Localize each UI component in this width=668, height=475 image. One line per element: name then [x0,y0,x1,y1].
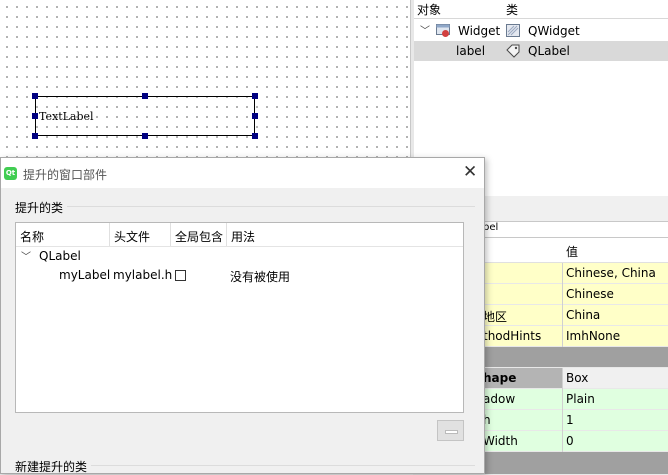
property-value[interactable]: 1 [566,413,574,427]
resize-handle-bottom-right[interactable] [252,133,258,139]
header-class[interactable]: 类 [506,1,518,18]
minus-icon [445,430,458,434]
chevron-down-icon[interactable]: ﹀ [21,248,31,263]
promoted-widgets-dialog: Qt 提升的窗口部件 ✕ 提升的类 名称 头文件 全局包含 用法 ﹀ QLabe… [0,157,485,474]
widget-form-icon [436,24,450,37]
global-include-checkbox[interactable] [175,270,186,281]
property-name: 地区 [483,310,508,324]
column-divider [562,410,563,431]
column-divider [562,389,563,410]
column-header-name[interactable]: 名称 [20,228,44,245]
column-header-usage[interactable]: 用法 [231,228,255,245]
object-name: label [456,44,486,58]
qt-logo-icon: Qt [4,167,17,180]
group-new-promoted-class-label: 新建提升的类 [15,460,88,474]
resize-handle-top-left[interactable] [32,93,38,99]
dialog-title-bar[interactable]: Qt 提升的窗口部件 ✕ [1,158,484,188]
column-divider [562,326,563,347]
tree-row-promoted-class[interactable]: myLabel mylabel.h 没有被使用 [16,266,463,285]
property-value[interactable]: Box [563,368,668,388]
column-divider [562,263,563,284]
resize-handle-right[interactable] [252,113,258,119]
label-tag-icon [506,44,520,58]
column-divider [170,223,171,246]
property-value[interactable]: China [566,308,600,322]
chevron-down-icon[interactable]: ﹀ [420,22,430,37]
resize-handle-top[interactable] [142,93,148,99]
promoted-class-name: myLabel [59,268,111,282]
column-divider [109,223,110,246]
column-header-header-file[interactable]: 头文件 [114,228,150,245]
promoted-header-file: mylabel.h [113,268,173,282]
value-header[interactable]: 值 [566,243,578,260]
property-name: Width [483,434,518,448]
property-value[interactable]: Chinese [566,287,614,301]
tree-row-base-class[interactable]: ﹀ QLabel [16,247,463,266]
column-divider [562,431,563,452]
column-divider [562,284,563,305]
resize-handle-bottom-left[interactable] [32,133,38,139]
filter-text: bel [483,222,499,233]
column-header-global-include[interactable]: 全局包含 [175,228,223,245]
property-value[interactable]: Plain [566,392,595,406]
tree-header: 名称 头文件 全局包含 用法 [16,223,463,247]
usage-text: 没有被使用 [230,270,291,284]
property-name: hape [483,371,517,385]
group-promoted-classes-label: 提升的类 [15,201,64,215]
column-divider [226,223,227,246]
textlabel-text: TextLabel [39,110,94,123]
property-value[interactable]: Chinese, China [566,266,656,280]
object-inspector-header: 对象 类 [414,0,668,19]
textlabel-widget[interactable]: TextLabel [35,96,255,136]
group-divider [67,206,475,207]
resize-handle-top-right[interactable] [252,93,258,99]
property-value[interactable]: ImhNone [566,329,620,343]
class-name: QWidget [528,24,580,38]
dialog-title: 提升的窗口部件 [23,168,108,182]
property-value[interactable]: 0 [566,434,574,448]
header-object[interactable]: 对象 [417,1,441,18]
class-name: QLabel [528,44,570,58]
resize-handle-bottom[interactable] [142,133,148,139]
close-icon[interactable]: ✕ [463,162,477,182]
property-name: adow [483,392,516,406]
object-name: Widget [458,24,501,38]
base-class-name: QLabel [39,249,81,263]
promoted-classes-tree[interactable]: 名称 头文件 全局包含 用法 ﹀ QLabel myLabel mylabel.… [15,222,464,413]
resize-handle-left[interactable] [32,113,38,119]
remove-promoted-class-button[interactable] [437,420,464,441]
column-divider [562,305,563,326]
qwidget-class-icon [506,24,520,37]
property-name: thodHints [483,329,542,343]
group-divider [91,465,475,466]
tree-row-widget[interactable]: ﹀ Widget QWidget [414,21,668,41]
tree-row-label[interactable]: label QLabel [414,41,668,61]
